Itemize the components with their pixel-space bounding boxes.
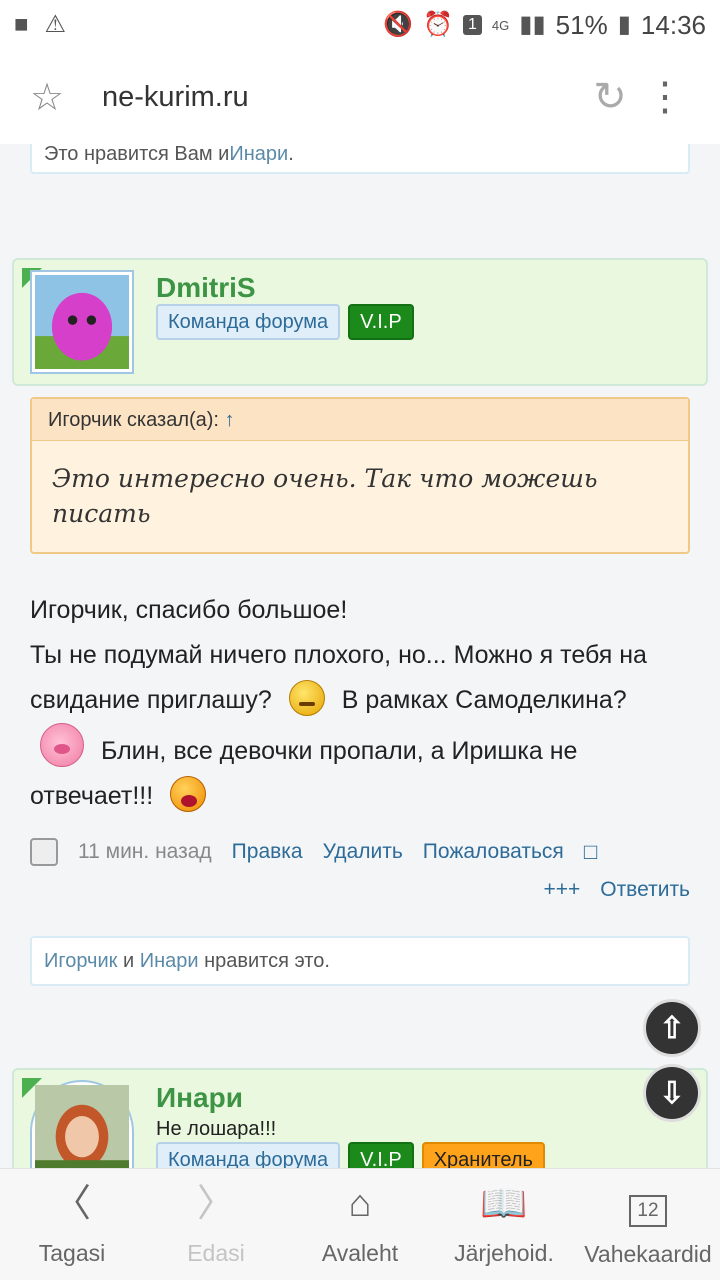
- quote-author: Игорчик сказал(а):: [48, 409, 219, 431]
- liker-link[interactable]: Инари: [140, 950, 199, 973]
- network-type: 4G: [491, 17, 510, 33]
- post-time[interactable]: 11 мин. назад: [78, 840, 212, 864]
- post-actions: 11 мин. назад Правка Удалить Пожаловатьс…: [30, 838, 690, 866]
- battery-percent: 51%: [555, 9, 608, 40]
- post-message: Игорчик, спасибо большое! Ты не подумай …: [30, 588, 690, 819]
- home-icon: ⌂: [348, 1183, 372, 1225]
- likes-summary: Игорчик и Инари нравится это.: [30, 936, 690, 986]
- likes-summary-top: Это нравится Вам и Инари .: [30, 144, 690, 174]
- forward-label: Edasi: [187, 1240, 245, 1266]
- avatar-image: [35, 275, 129, 369]
- report-link[interactable]: Пожаловаться: [423, 840, 564, 864]
- bookmark-star-icon[interactable]: ☆: [30, 75, 90, 120]
- clock: 14:36: [640, 9, 706, 40]
- forward-chevron-icon: 〉: [196, 1183, 235, 1225]
- sim-icon: 1: [462, 15, 482, 35]
- team-badge: Команда форума: [156, 304, 341, 340]
- post-actions-secondary: +++ Ответить: [543, 878, 690, 902]
- liker-link[interactable]: Игорчик: [44, 950, 117, 973]
- user-status: Не лошара!!!: [156, 1118, 277, 1140]
- warning-icon: ⚠: [44, 11, 67, 38]
- post-header: Инари Не лошара!!! Команда форума V.I.P …: [12, 1068, 708, 1168]
- url-text[interactable]: ne-kurim.ru: [102, 81, 249, 114]
- reply-link[interactable]: Ответить: [600, 878, 690, 902]
- tabs-icon: 12: [629, 1182, 667, 1227]
- alarm-icon: ⏰: [423, 11, 453, 38]
- scroll-down-button[interactable]: ⇩: [643, 1064, 701, 1122]
- avatar[interactable]: [30, 270, 134, 374]
- vip-badge: V.I.P: [348, 304, 414, 340]
- bookmark-icon[interactable]: □: [584, 839, 597, 865]
- username[interactable]: DmitriS: [156, 272, 256, 304]
- reload-icon[interactable]: ↻: [580, 74, 640, 120]
- forward-button[interactable]: 〉 Edasi: [144, 1169, 288, 1280]
- select-checkbox[interactable]: [30, 838, 58, 866]
- message-line: Игорчик, спасибо большое!: [30, 596, 348, 624]
- message-text: Блин, все девочки пропали, а Иришка не о…: [30, 737, 578, 810]
- quote-jump-link[interactable]: ↑: [225, 409, 235, 431]
- delete-link[interactable]: Удалить: [323, 840, 403, 864]
- like-plus-link[interactable]: +++: [543, 878, 580, 902]
- book-icon: 📖: [480, 1183, 528, 1225]
- edit-link[interactable]: Правка: [232, 840, 303, 864]
- address-bar: ☆ ne-kurim.ru ↻ ⋮: [0, 50, 720, 144]
- page-content: Это нравится Вам и Инари . DmitriS Коман…: [0, 144, 720, 1168]
- back-label: Tagasi: [38, 1240, 106, 1266]
- crying-smiley-icon: [170, 776, 207, 812]
- message-text: В рамках Самоделкина?: [341, 686, 627, 714]
- tabs-label: Vahekaardid: [584, 1240, 712, 1267]
- team-badge: Команда форума: [156, 1142, 341, 1168]
- bookmarks-label: Järjehoid.: [454, 1240, 554, 1266]
- scroll-up-button[interactable]: ⇧: [643, 999, 701, 1057]
- likes-suffix: нравится это.: [198, 949, 330, 972]
- back-chevron-icon: 〈: [52, 1183, 91, 1225]
- username[interactable]: Инари: [156, 1082, 243, 1114]
- user-badges: Команда форума V.I.P Хранитель: [156, 1142, 545, 1168]
- home-label: Avaleht: [321, 1240, 399, 1266]
- thinking-smiley-icon: [288, 680, 325, 716]
- quote-block: Игорчик сказал(а): ↑ Это интересно очень…: [30, 397, 690, 554]
- avatar-image: [35, 1085, 129, 1168]
- bookmarks-button[interactable]: 📖 Järjehoid.: [432, 1169, 576, 1280]
- signal-icon: ▮▮: [519, 11, 546, 38]
- likes-suffix: .: [288, 144, 294, 165]
- quote-header: Игорчик сказал(а): ↑: [32, 399, 688, 441]
- post-header: DmitriS Команда форума V.I.P: [12, 258, 708, 386]
- user-badges: Команда форума V.I.P: [156, 304, 414, 340]
- keeper-badge: Хранитель: [421, 1142, 545, 1168]
- tab-count: 12: [629, 1194, 667, 1227]
- status-bar: ■ ⚠ 🔇 ⏰ 1 4G ▮▮ 51% ▮ 14:36: [0, 0, 720, 50]
- back-button[interactable]: 〈 Tagasi: [0, 1169, 144, 1280]
- browser-bottom-nav: 〈 Tagasi 〉 Edasi ⌂ Avaleht 📖 Järjehoid. …: [0, 1168, 720, 1280]
- liker-link[interactable]: Инари: [229, 144, 288, 166]
- likes-and: и: [117, 949, 140, 972]
- more-menu-icon[interactable]: ⋮: [640, 74, 690, 120]
- likes-prefix: Это нравится Вам и: [44, 144, 230, 165]
- avatar[interactable]: [30, 1080, 134, 1168]
- quote-text: Это интересно очень. Так что можешь писа…: [52, 464, 598, 528]
- home-button[interactable]: ⌂ Avaleht: [288, 1169, 432, 1280]
- vip-badge: V.I.P: [348, 1142, 414, 1168]
- pig-smiley-icon: [40, 723, 84, 767]
- tabs-button[interactable]: 12 Vahekaardid: [576, 1169, 720, 1280]
- mute-icon: 🔇: [383, 11, 414, 38]
- battery-icon: ▮: [617, 11, 631, 38]
- message-icon: ■: [14, 11, 29, 38]
